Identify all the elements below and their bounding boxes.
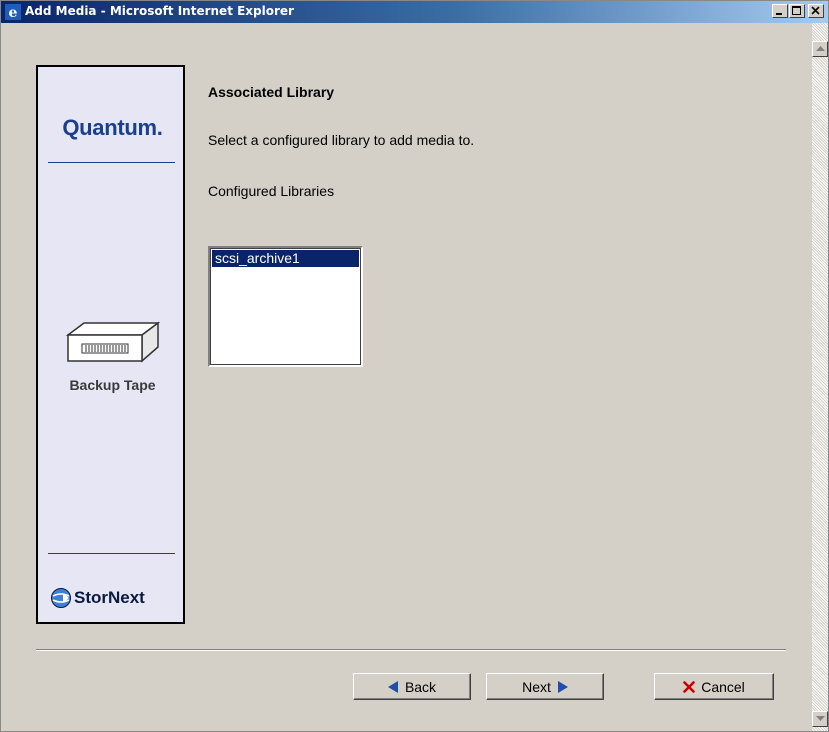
back-button[interactable]: Back bbox=[353, 673, 471, 700]
window-title: Add Media - Microsoft Internet Explorer bbox=[25, 4, 294, 18]
close-icon bbox=[811, 6, 820, 15]
stornext-logo-text: StorNext bbox=[74, 588, 145, 607]
vertical-scrollbar[interactable] bbox=[812, 23, 828, 731]
tape-drive-icon bbox=[65, 321, 161, 363]
quantum-logo: Quantum. bbox=[62, 115, 163, 140]
next-button[interactable]: Next bbox=[486, 673, 604, 700]
cancel-button-label: Cancel bbox=[701, 678, 745, 695]
stornext-globe-icon bbox=[51, 588, 71, 608]
browser-window: e Add Media - Microsoft Internet Explore… bbox=[0, 0, 829, 732]
back-button-label: Back bbox=[404, 678, 437, 695]
scroll-down-icon bbox=[816, 716, 825, 721]
category-label: Backup Tape bbox=[69, 377, 156, 393]
page-heading: Associated Library bbox=[208, 84, 335, 100]
maximize-icon bbox=[792, 6, 801, 15]
library-option[interactable]: scsi_archive1 bbox=[212, 250, 359, 267]
cancel-button[interactable]: Cancel bbox=[654, 673, 774, 700]
side-divider bbox=[48, 162, 175, 163]
side-divider bbox=[48, 553, 175, 554]
cancel-x-icon bbox=[683, 680, 696, 693]
configured-libraries-listbox[interactable]: scsi_archive1 bbox=[208, 246, 363, 367]
libraries-list-label: Configured Libraries bbox=[208, 183, 335, 199]
next-button-label: Next bbox=[522, 678, 551, 695]
button-separator-highlight bbox=[36, 650, 786, 651]
dialog-content: Quantum. Backup Tape StorNext Associated… bbox=[4, 23, 812, 731]
scroll-down-button[interactable] bbox=[812, 711, 828, 727]
svg-text:e: e bbox=[9, 5, 18, 20]
scroll-up-button[interactable] bbox=[812, 41, 828, 57]
instruction-text: Select a configured library to add media… bbox=[208, 132, 475, 148]
title-bar[interactable]: e Add Media - Microsoft Internet Explore… bbox=[1, 1, 828, 23]
close-button[interactable] bbox=[808, 4, 824, 18]
scroll-up-icon bbox=[816, 46, 825, 51]
stornext-logo: StorNext bbox=[50, 585, 180, 611]
right-arrow-icon bbox=[557, 680, 568, 693]
internet-explorer-icon: e bbox=[5, 4, 21, 20]
minimize-button[interactable] bbox=[772, 4, 788, 18]
minimize-icon bbox=[776, 13, 782, 15]
maximize-button[interactable] bbox=[789, 4, 805, 18]
wizard-side-panel: Quantum. Backup Tape StorNext bbox=[36, 65, 185, 624]
left-arrow-icon bbox=[387, 680, 398, 693]
